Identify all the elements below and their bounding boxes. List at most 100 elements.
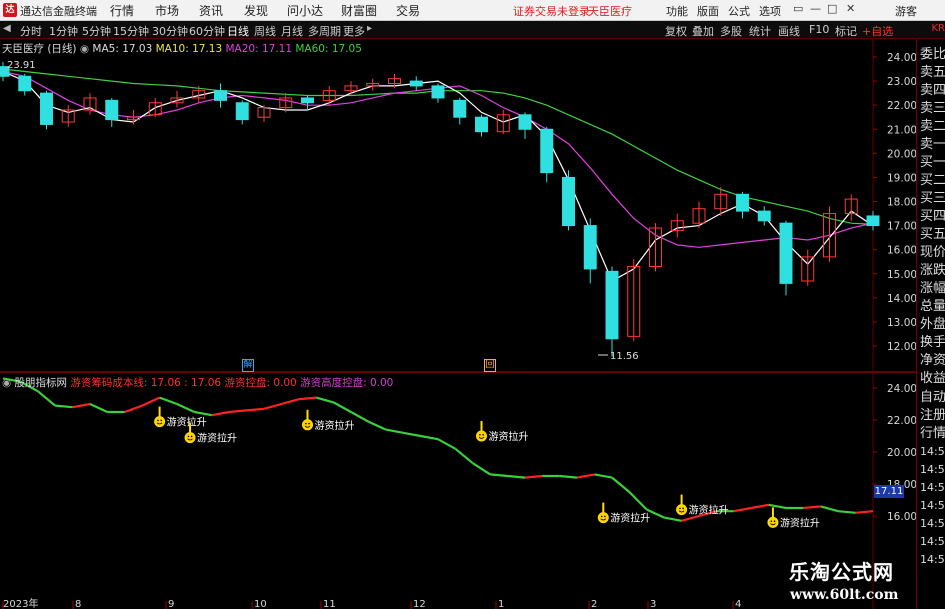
stock-name-notice: 天臣医疗 — [588, 5, 632, 18]
sidebar-item-auto[interactable]: 自动 — [920, 390, 945, 405]
tab-multi-period[interactable]: 多周期 — [308, 23, 341, 39]
window-maximize-icon[interactable]: □ — [827, 2, 837, 15]
sidebar-item-buy2[interactable]: 买二 — [920, 173, 945, 188]
signal-marker: 游资拉升 — [767, 507, 820, 529]
cost-line-segment — [55, 404, 73, 409]
menu-function[interactable]: 功能 — [666, 3, 688, 19]
signal-marker: 游资拉升 — [676, 494, 729, 517]
tab-monthly[interactable]: 月线 — [281, 23, 303, 39]
btn-overlay[interactable]: 叠加 — [692, 23, 714, 39]
sidebar-item-change[interactable]: 涨跌 — [920, 263, 945, 278]
sidebar-item-weibi[interactable]: 委比 — [920, 47, 945, 62]
high-control-label: 游资高度控盘: — [300, 377, 367, 389]
tab-60min[interactable]: 60分钟 — [189, 23, 225, 39]
current-price-box: 17.11 — [874, 485, 904, 498]
cost-line-segment — [315, 396, 334, 404]
menu-options[interactable]: 选项 — [759, 3, 781, 19]
btn-f10[interactable]: F10 — [809, 23, 829, 36]
cost-line-segment — [855, 510, 874, 514]
window-minimize-icon[interactable]: — — [810, 2, 821, 15]
sidebar-item-turnover[interactable]: 换手 — [920, 335, 945, 350]
sidebar-item-sell3[interactable]: 卖三 — [920, 101, 945, 116]
cost-line-segment — [72, 402, 91, 409]
candle — [540, 126, 554, 183]
sidebar-item-quote[interactable]: 行情 — [920, 426, 945, 441]
menu-item-market[interactable]: 市场 — [155, 2, 179, 19]
indicator-settings-icon[interactable]: ◉ — [2, 377, 11, 389]
window-close-icon[interactable]: ✕ — [846, 2, 855, 15]
candle — [670, 213, 684, 238]
menu-item-quotes[interactable]: 行情 — [110, 2, 134, 19]
jie-marker[interactable]: 解 — [242, 359, 254, 372]
sidebar-item-volume[interactable]: 总量 — [920, 299, 945, 314]
btn-stats[interactable]: 统计 — [749, 23, 771, 39]
sidebar-item-sell2[interactable]: 卖二 — [920, 119, 945, 134]
sidebar-item-pct[interactable]: 涨幅 — [920, 281, 945, 296]
price-tick-label: 19.00 — [887, 172, 916, 184]
date-tick-label: 12 — [413, 599, 426, 609]
tab-30min[interactable]: 30分钟 — [152, 23, 188, 39]
more-dropdown-icon[interactable]: ▸ — [367, 23, 372, 34]
user-guest[interactable]: 游客 — [895, 3, 917, 19]
sidebar-item-buy1[interactable]: 买一 — [920, 155, 945, 170]
menu-bar: 达 通达信金融终端 行情 市场 资讯 发现 问小达 财富圈 交易 证券交易未登录… — [0, 0, 945, 21]
sidebar-item-price[interactable]: 现价 — [920, 245, 945, 260]
btn-add-watchlist[interactable]: +自选 — [862, 23, 893, 39]
sidebar-item-buy4[interactable]: 买四 — [920, 209, 945, 224]
sidebar-item-outer[interactable]: 外盘 — [920, 317, 945, 332]
tab-5min[interactable]: 5分钟 — [82, 23, 111, 39]
tab-1min[interactable]: 1分钟 — [49, 23, 78, 39]
candle — [475, 114, 488, 137]
back-icon[interactable]: ◀ — [3, 23, 11, 34]
candle — [757, 206, 771, 226]
cost-line-segment — [124, 404, 143, 414]
cost-line-segment — [194, 410, 212, 417]
kline-chart[interactable]: 24.0023.0022.0021.0020.0019.0018.0017.00… — [0, 39, 916, 609]
window-restore-icon[interactable]: ▭ — [793, 2, 803, 15]
tab-weekly[interactable]: 周线 — [254, 23, 276, 39]
cost-line-segment — [664, 516, 682, 522]
tab-15min[interactable]: 15分钟 — [113, 23, 149, 39]
candle — [148, 97, 162, 118]
sidebar-item-sell4[interactable]: 卖四 — [920, 83, 945, 98]
cost-line-segment — [89, 403, 108, 413]
date-tick-label: 8 — [75, 599, 81, 609]
trade-login-notice[interactable]: 证券交易未登录 — [513, 3, 590, 19]
cost-line-segment — [628, 491, 648, 511]
date-tick-label: 4 — [735, 599, 741, 609]
candle — [344, 81, 358, 96]
menu-item-trade[interactable]: 交易 — [396, 2, 420, 19]
sidebar-item-register[interactable]: 注册 — [920, 408, 945, 423]
btn-adjust[interactable]: 复权 — [665, 23, 687, 39]
indicator-name[interactable]: 股朋指标网 — [15, 377, 68, 389]
sidebar-item-buy3[interactable]: 买三 — [920, 191, 945, 206]
btn-draw[interactable]: 画线 — [778, 23, 800, 39]
sidebar-item-sell5[interactable]: 卖五 — [920, 65, 945, 80]
hui-marker[interactable]: 回 — [484, 359, 496, 372]
kr-label[interactable]: KR — [931, 23, 945, 34]
menu-formula[interactable]: 公式 — [728, 3, 750, 19]
tick-time: 14:53 — [920, 481, 945, 494]
menu-item-news[interactable]: 资讯 — [199, 2, 223, 19]
cost-line-segment — [246, 407, 265, 412]
menu-layout[interactable]: 版面 — [697, 3, 719, 19]
tab-intraday[interactable]: 分时 — [20, 23, 42, 39]
cost-line-segment — [420, 434, 439, 441]
watermark-title: 乐淘公式网 — [789, 560, 894, 584]
menu-item-wealth[interactable]: 财富圈 — [341, 2, 377, 19]
sidebar-item-netasset[interactable]: 净资 — [920, 353, 945, 368]
menu-item-ask[interactable]: 问小达 — [287, 2, 323, 19]
menu-item-discover[interactable]: 发现 — [244, 2, 268, 19]
sidebar-item-earnings[interactable]: 收益 — [920, 371, 945, 386]
btn-multi-stock[interactable]: 多股 — [720, 23, 742, 39]
sidebar-item-sell1[interactable]: 卖一 — [920, 137, 945, 152]
indicator-legend: ◉ 股朋指标网 游资筹码成本线: 17.06 : 17.06 游资控盘: 0.0… — [2, 377, 394, 389]
candle — [301, 95, 314, 110]
sidebar-item-buy5[interactable]: 买五 — [920, 227, 945, 242]
tab-more[interactable]: 更多 — [343, 23, 365, 39]
price-tick-label: 20.00 — [887, 148, 916, 160]
candle — [649, 223, 662, 272]
tab-daily[interactable]: 日线 — [227, 23, 249, 39]
tick-time: 14:55 — [920, 553, 945, 566]
btn-mark[interactable]: 标记 — [835, 23, 857, 39]
